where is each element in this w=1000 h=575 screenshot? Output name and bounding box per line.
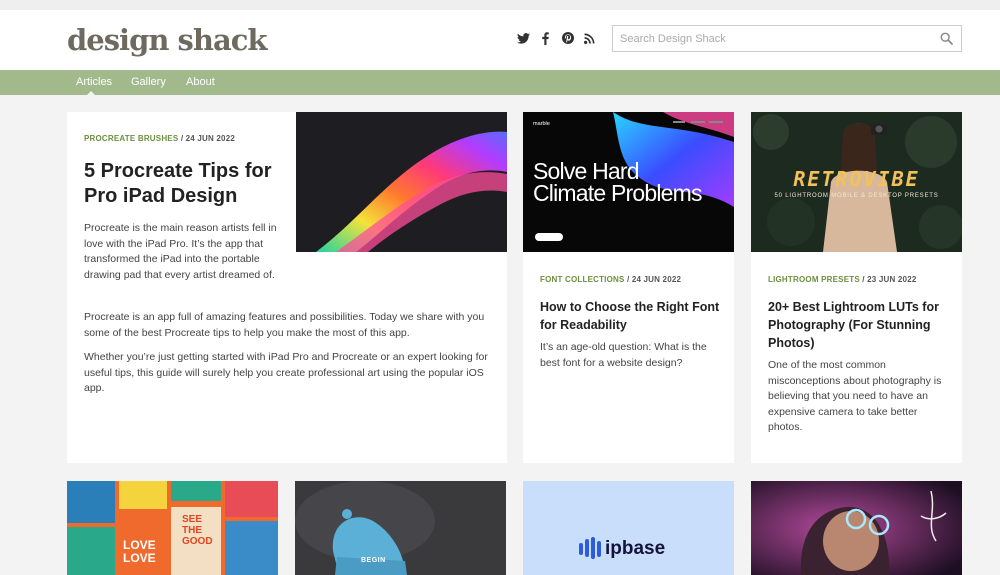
article-image-beanie[interactable]: BEGIN bbox=[295, 481, 506, 575]
article-category[interactable]: PROCREATE BRUSHES bbox=[84, 134, 178, 143]
article-image-ipbase[interactable]: ipbase bbox=[523, 481, 734, 575]
article-date: / 23 JUN 2022 bbox=[862, 275, 917, 284]
ipbase-logo: ipbase bbox=[605, 538, 666, 559]
image-headline-line1: Solve Hard bbox=[533, 158, 640, 184]
article-excerpt: One of the most common misconceptions ab… bbox=[768, 359, 942, 433]
site-logo[interactable]: design shack bbox=[67, 20, 267, 60]
article-title[interactable]: 20+ Best Lightroom LUTs for Photography … bbox=[768, 298, 953, 352]
social-links bbox=[517, 30, 596, 46]
twitter-icon[interactable] bbox=[517, 31, 530, 45]
article-category[interactable]: LIGHTROOM PRESETS bbox=[768, 275, 860, 284]
article-meta: PROCREATE BRUSHES / 24 JUN 2022 bbox=[84, 134, 235, 143]
article-card-lightroom-luts[interactable]: RETROVIBE 50 LIGHTROOM MOBILE & DESKTOP … bbox=[751, 112, 962, 463]
featured-image-procreate[interactable] bbox=[296, 112, 507, 252]
image-headline-line2: Climate Problems bbox=[533, 180, 703, 206]
article-image-retrovibe[interactable]: RETROVIBE 50 LIGHTROOM MOBILE & DESKTOP … bbox=[751, 112, 962, 252]
active-nav-indicator bbox=[87, 91, 95, 95]
poster-word: LOVE bbox=[123, 551, 156, 565]
article-excerpt: It’s an age-old question: What is the be… bbox=[540, 341, 707, 369]
article-title[interactable]: How to Choose the Right Font for Readabi… bbox=[540, 298, 725, 334]
main-nav: Articles Gallery About bbox=[0, 70, 1000, 95]
search-box bbox=[612, 25, 962, 52]
article-card-font-readability[interactable]: marble Solve Hard Climate Problems FONT … bbox=[523, 112, 734, 463]
facebook-icon[interactable] bbox=[539, 31, 552, 45]
beanie-label: BEGIN bbox=[361, 557, 386, 564]
article-image-neon-portrait[interactable] bbox=[751, 481, 962, 575]
article-paragraph: Procreate is an app full of amazing feat… bbox=[84, 311, 485, 339]
article-meta: LIGHTROOM PRESETS / 23 JUN 2022 bbox=[768, 275, 917, 284]
article-excerpt: Procreate is the main reason artists fel… bbox=[84, 222, 277, 281]
article-date: / 24 JUN 2022 bbox=[180, 134, 236, 143]
article-image-poster-collage[interactable]: SEE THE GOOD LOVE LOVE bbox=[67, 481, 278, 575]
article-title[interactable]: 5 Procreate Tips for Pro iPad Design bbox=[84, 159, 294, 209]
nav-gallery[interactable]: Gallery bbox=[131, 70, 166, 95]
article-meta: FONT COLLECTIONS / 24 JUN 2022 bbox=[540, 275, 681, 284]
article-date: / 24 JUN 2022 bbox=[626, 275, 682, 284]
article-image-marble[interactable]: marble Solve Hard Climate Problems bbox=[523, 112, 734, 252]
search-input[interactable] bbox=[613, 26, 923, 51]
image-headline: RETROVIBE bbox=[793, 167, 920, 191]
marble-brand: marble bbox=[533, 121, 550, 127]
site-header: design shack bbox=[0, 10, 1000, 70]
article-category[interactable]: FONT COLLECTIONS bbox=[540, 275, 625, 284]
nav-about[interactable]: About bbox=[186, 70, 215, 95]
featured-article-card[interactable]: PROCREATE BRUSHES / 24 JUN 2022 5 Procre… bbox=[67, 112, 507, 463]
pinterest-icon[interactable] bbox=[561, 31, 574, 45]
poster-word: SEE bbox=[182, 514, 203, 525]
top-strip bbox=[0, 0, 1000, 10]
rss-icon[interactable] bbox=[583, 31, 596, 45]
search-icon[interactable] bbox=[940, 32, 953, 45]
article-paragraph: Whether you’re just getting started with… bbox=[84, 351, 488, 394]
poster-word: GOOD bbox=[182, 536, 213, 547]
image-subheadline: 50 LIGHTROOM MOBILE & DESKTOP PRESETS bbox=[774, 193, 939, 199]
poster-word: THE bbox=[182, 525, 202, 536]
